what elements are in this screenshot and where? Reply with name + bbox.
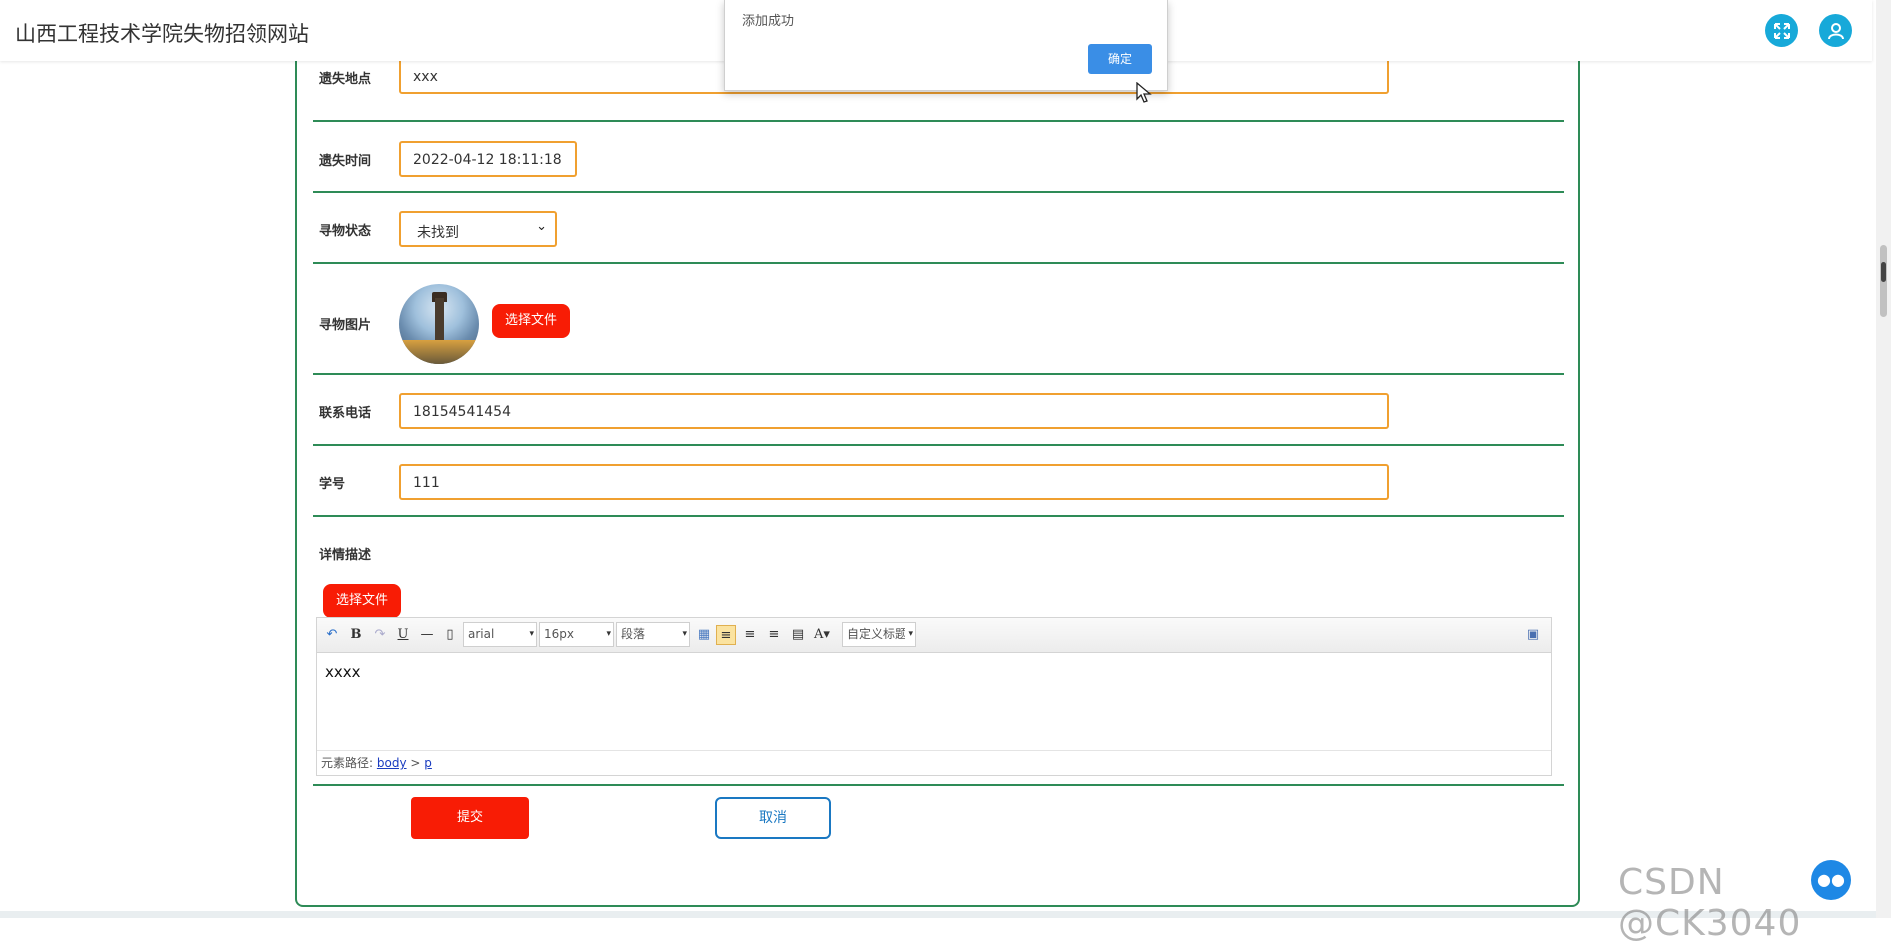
- paragraph-value: 段落: [621, 627, 646, 641]
- path-body-link[interactable]: body: [377, 756, 407, 770]
- user-icon: [1827, 22, 1844, 39]
- bottom-strip: [0, 911, 1876, 918]
- item-image: [399, 284, 479, 364]
- description-label: 详情描述: [319, 548, 372, 563]
- student-id-value: 111: [413, 475, 440, 491]
- time-label: 遗失时间: [319, 154, 372, 169]
- align-center-icon[interactable]: ≡: [764, 625, 784, 645]
- form-row-status: 寻物状态 未找到 ⌄: [313, 193, 1564, 264]
- status-value: 未找到: [417, 225, 459, 241]
- form-row-phone: 联系电话 18154541454: [313, 375, 1564, 446]
- font-size-value: 16px: [544, 627, 574, 641]
- font-family-select[interactable]: arial ▾: [463, 622, 537, 647]
- dialog-ok-button[interactable]: 确定: [1088, 44, 1152, 74]
- undo-icon[interactable]: ↶: [322, 625, 342, 645]
- caret-down-icon: ▾: [606, 629, 611, 639]
- expand-icon: [1773, 22, 1790, 39]
- font-size-select[interactable]: 16px ▾: [539, 622, 614, 647]
- fullscreen-button[interactable]: [1765, 14, 1798, 47]
- editor-content[interactable]: xxxx: [325, 663, 361, 681]
- time-value: 2022-04-12 18:11:18: [413, 152, 562, 168]
- status-select[interactable]: 未找到 ⌄: [399, 211, 557, 247]
- status-label: 寻物状态: [319, 224, 372, 239]
- align-justify-icon[interactable]: ▤: [788, 625, 808, 645]
- element-path: 元素路径: body > p: [317, 750, 1551, 774]
- form-row-time: 遗失时间 2022-04-12 18:11:18: [313, 122, 1564, 193]
- dialog-message: 添加成功: [742, 14, 795, 29]
- form-card: 遗失地点 xxx 遗失时间 2022-04-12 18:11:18 寻物状态 未…: [295, 50, 1580, 907]
- horizontal-rule-icon[interactable]: —: [417, 625, 437, 645]
- caret-down-icon: ▾: [682, 629, 687, 639]
- underline-icon[interactable]: U: [393, 625, 413, 645]
- cancel-button[interactable]: 取消: [715, 797, 831, 839]
- scrollbar-indicator: [1881, 262, 1886, 282]
- student-id-input[interactable]: 111: [399, 464, 1389, 500]
- description-file-button[interactable]: 选择文件: [323, 584, 401, 618]
- image-label: 寻物图片: [319, 318, 372, 333]
- rich-text-editor[interactable]: ↶ B ↷ U — ▯ arial ▾ 16px ▾ 段落 ▾ ▦ ≡ ≡ ≡ …: [316, 617, 1552, 776]
- table-icon[interactable]: ▦: [694, 625, 714, 645]
- bold-icon[interactable]: B: [346, 625, 366, 645]
- time-input[interactable]: 2022-04-12 18:11:18: [399, 141, 577, 177]
- alert-dialog: 添加成功 确定: [724, 0, 1168, 91]
- location-label: 遗失地点: [319, 72, 372, 87]
- scrollbar[interactable]: [1876, 0, 1891, 918]
- phone-label: 联系电话: [319, 406, 372, 421]
- redo-icon[interactable]: ↷: [370, 625, 390, 645]
- image-file-button[interactable]: 选择文件: [492, 304, 570, 338]
- user-button[interactable]: [1819, 14, 1852, 47]
- location-value: xxx: [413, 69, 438, 85]
- path-separator: >: [410, 756, 421, 770]
- align-right-icon[interactable]: ≡: [740, 625, 760, 645]
- font-family-value: arial: [468, 627, 495, 641]
- element-path-label: 元素路径:: [321, 756, 374, 770]
- preview-icon[interactable]: ▣: [1523, 625, 1543, 645]
- mouse-cursor-icon: [1136, 82, 1152, 103]
- custom-title-select[interactable]: 自定义标题 ▾: [842, 622, 916, 647]
- caret-down-icon: ▾: [529, 629, 534, 639]
- submit-button[interactable]: 提交: [411, 797, 529, 839]
- caret-down-icon: ▾: [908, 629, 913, 639]
- student-id-label: 学号: [319, 477, 346, 492]
- phone-input[interactable]: 18154541454: [399, 393, 1389, 429]
- phone-value: 18154541454: [413, 404, 511, 420]
- site-title: 山西工程技术学院失物招领网站: [15, 22, 309, 46]
- editor-toolbar: ↶ B ↷ U — ▯ arial ▾ 16px ▾ 段落 ▾ ▦ ≡ ≡ ≡ …: [317, 618, 1551, 653]
- page-icon[interactable]: ▯: [440, 625, 460, 645]
- form-row-image: 寻物图片 选择文件: [313, 264, 1564, 375]
- form-row-student-id: 学号 111: [313, 446, 1564, 517]
- font-color-icon[interactable]: A▾: [812, 625, 832, 645]
- custom-title-value: 自定义标题: [847, 627, 905, 641]
- watermark: CSDN @CK3040: [1618, 862, 1802, 944]
- paragraph-select[interactable]: 段落 ▾: [616, 622, 690, 647]
- chevron-down-icon: ⌄: [536, 219, 547, 234]
- align-left-icon[interactable]: ≡: [716, 625, 736, 645]
- path-p-link[interactable]: p: [424, 756, 432, 770]
